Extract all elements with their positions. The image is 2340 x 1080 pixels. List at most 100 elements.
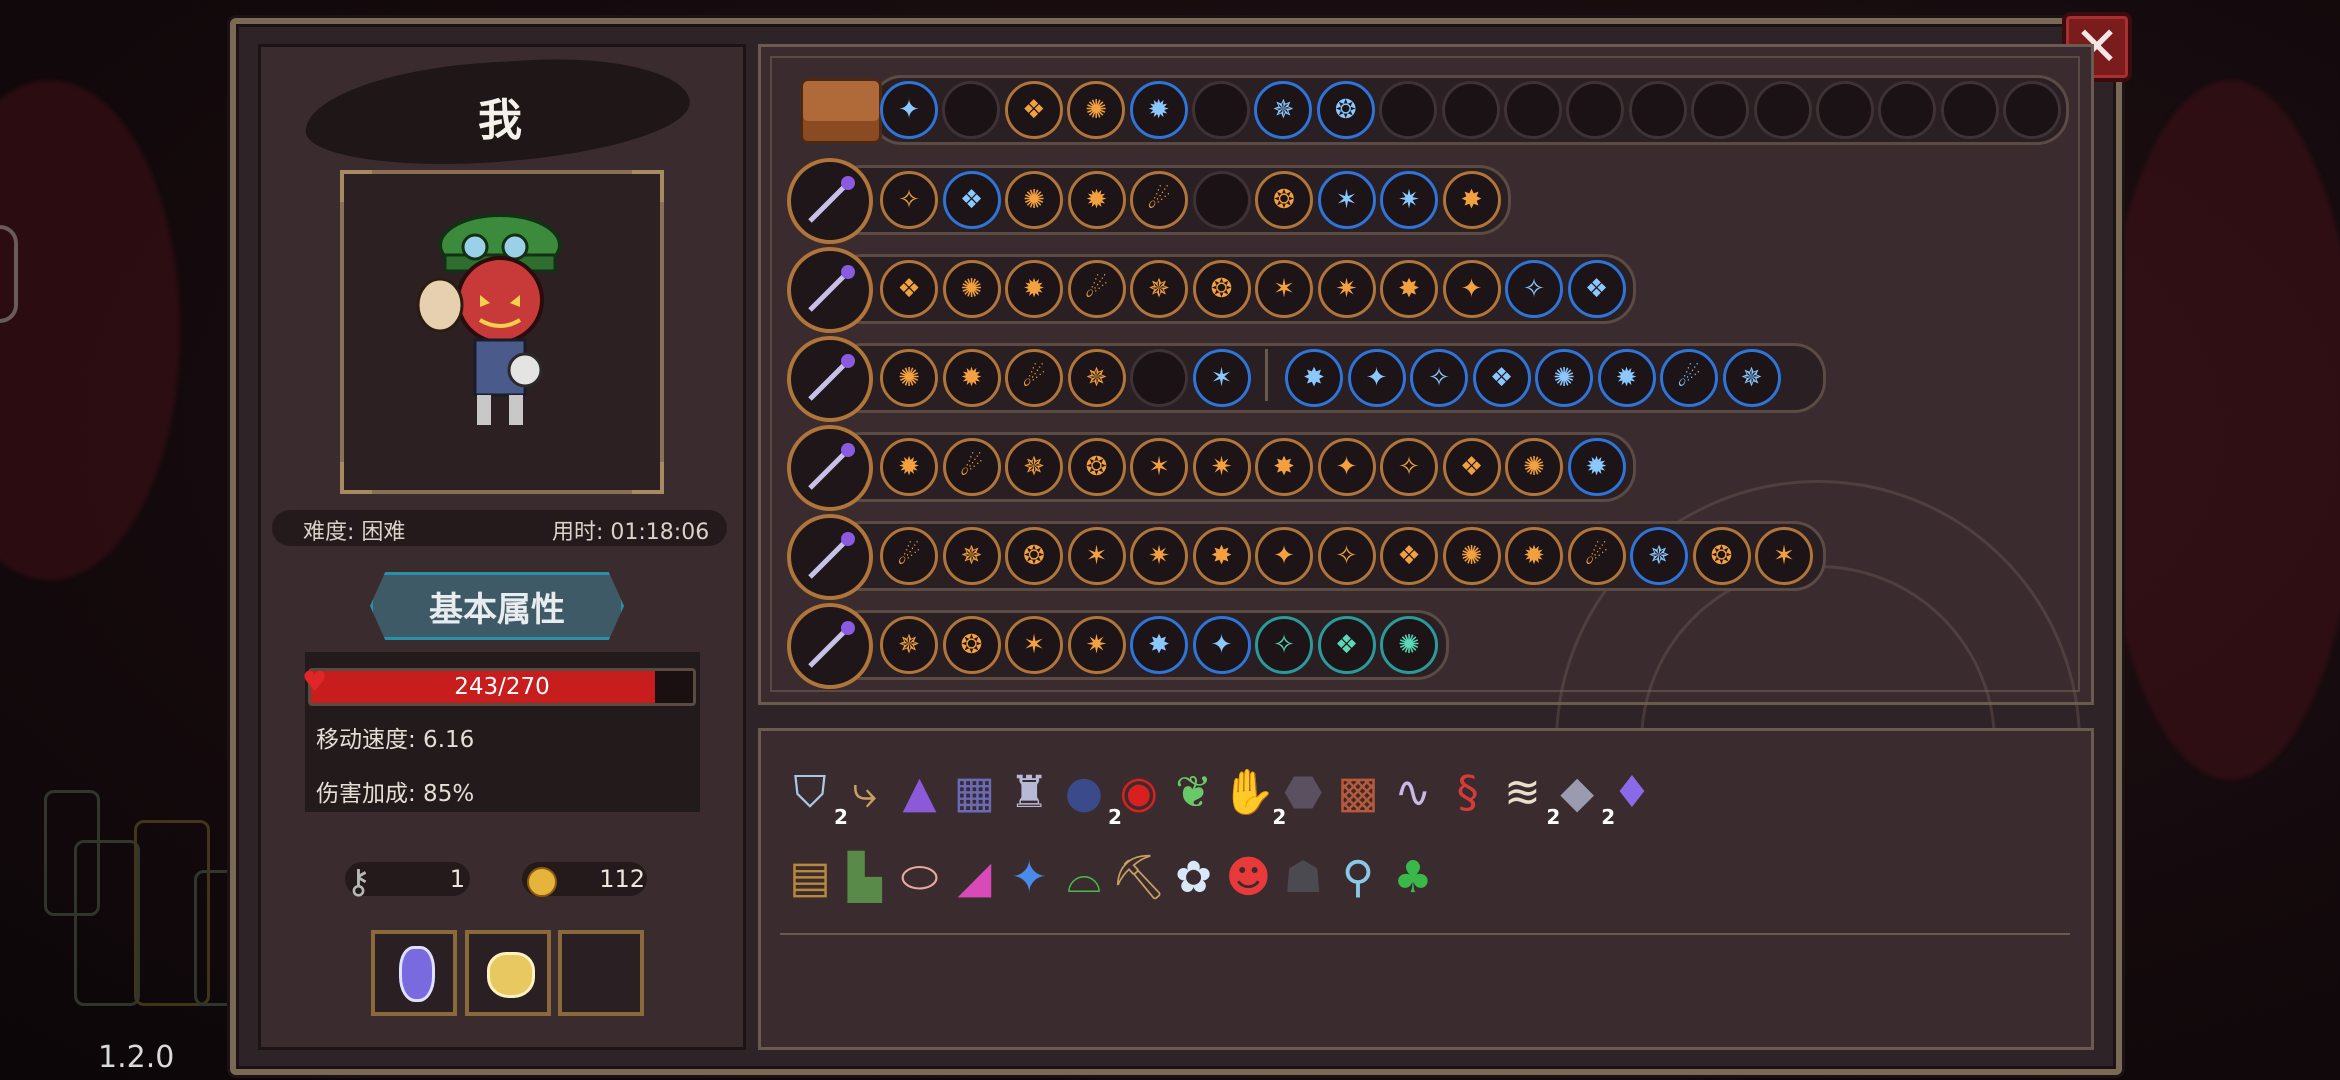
rune-slot-icon[interactable]: ✺ [1505, 438, 1563, 496]
tab-basic-attributes[interactable]: 基本属性 [370, 572, 624, 640]
rune-slot-icon[interactable]: ✵ [942, 527, 1001, 585]
wizard-hat-icon[interactable]: ▲ [892, 765, 948, 821]
rune-slot-icon[interactable]: ✶ [1130, 438, 1188, 496]
rune-slot-icon[interactable]: ✦ [880, 81, 938, 139]
rune-slot-icon[interactable]: ✧ [1380, 438, 1438, 496]
rune-slot-icon[interactable]: ✺ [1380, 616, 1438, 674]
rune-slot-icon[interactable]: ✷ [1067, 616, 1126, 674]
rune-slot-icon[interactable]: ❖ [942, 171, 1001, 229]
rune-slot-icon[interactable]: ☄ [1005, 349, 1063, 407]
empty-slot[interactable] [1878, 81, 1937, 139]
weapon-slot[interactable] [787, 247, 873, 333]
rune-slot-icon[interactable]: ☄ [880, 527, 938, 585]
empty-slot[interactable] [1566, 81, 1625, 139]
rune-slot-icon[interactable]: ✸ [1192, 527, 1251, 585]
rune-slot-icon[interactable]: ✸ [1285, 349, 1343, 407]
rune-slot-icon[interactable]: ✺ [1442, 527, 1501, 585]
leaf-sprout-icon[interactable]: ❦ [1166, 765, 1222, 821]
empty-slot[interactable] [1192, 81, 1250, 139]
red-eye-icon[interactable]: ◉ [1111, 765, 1167, 821]
magnifier-icon[interactable]: ⚲ [1330, 850, 1386, 906]
rune-slot-icon[interactable]: ✺ [1005, 171, 1063, 229]
rune-slot-icon[interactable]: ✺ [1535, 349, 1593, 407]
rune-slot-icon[interactable]: ✦ [1192, 616, 1251, 674]
empty-slot[interactable] [1379, 81, 1438, 139]
rune-slot-icon[interactable]: ✷ [1317, 260, 1376, 318]
rune-slot-icon[interactable]: ✵ [880, 616, 938, 674]
green-boot-icon[interactable]: ▙ [837, 850, 893, 906]
rune-slot-icon[interactable]: ✷ [1192, 438, 1251, 496]
pickaxe-icon[interactable]: ⛏ [1111, 850, 1167, 906]
backpack-icon[interactable] [800, 78, 882, 144]
rune-slot-icon[interactable]: ✶ [1192, 349, 1251, 407]
ghost-shield-icon[interactable]: ⛉ [782, 765, 838, 821]
blue-star-icon[interactable]: ✦ [1001, 850, 1057, 906]
red-serpent-icon[interactable]: § [1440, 765, 1496, 821]
rune-slot-icon[interactable]: ❂ [1192, 260, 1251, 318]
white-lotus-icon[interactable]: ✿ [1166, 850, 1222, 906]
rune-slot-icon[interactable]: ✸ [1442, 171, 1501, 229]
rune-slot-icon[interactable]: ✹ [1005, 260, 1063, 318]
weapon-slot[interactable] [787, 603, 873, 689]
weapon-slot[interactable] [787, 336, 873, 422]
empty-slot[interactable] [1504, 81, 1562, 139]
empty-slot[interactable] [1628, 81, 1687, 139]
rune-slot-icon[interactable]: ❂ [1316, 81, 1375, 139]
rune-slot-icon[interactable]: ✦ [1255, 527, 1313, 585]
rune-slot-icon[interactable]: ✹ [1597, 349, 1656, 407]
rune-slot-icon[interactable]: ☄ [1567, 527, 1626, 585]
empty-slot[interactable] [1441, 81, 1500, 139]
cursed-crate-icon[interactable]: ▩ [1330, 765, 1386, 821]
rune-slot-icon[interactable]: ✧ [1317, 527, 1376, 585]
stone-idol-icon[interactable]: ☗ [1275, 850, 1331, 906]
empty-slot[interactable] [1940, 81, 1999, 139]
rune-slot-icon[interactable]: ❂ [942, 616, 1001, 674]
empty-slot[interactable] [1130, 349, 1188, 407]
rune-slot-icon[interactable]: ✵ [1067, 349, 1126, 407]
left-edge-handle[interactable] [0, 225, 18, 323]
rune-slot-icon[interactable]: ❖ [1442, 438, 1501, 496]
rune-slot-icon[interactable]: ☄ [1130, 171, 1188, 229]
rune-slot-icon[interactable]: ✶ [1067, 527, 1126, 585]
rune-slot-icon[interactable]: ✧ [1505, 260, 1563, 318]
purple-gem-icon[interactable]: ♦ [1604, 765, 1660, 821]
rune-slot-icon[interactable]: ✵ [1630, 527, 1688, 585]
fang-jaw-icon[interactable]: ≋ [1494, 765, 1550, 821]
rune-slot-icon[interactable]: ✹ [1505, 527, 1563, 585]
rune-slot-icon[interactable]: ❖ [1380, 527, 1438, 585]
rune-slot-icon[interactable]: ✵ [1005, 438, 1063, 496]
treasure-chest-icon[interactable]: ▤ [782, 850, 838, 906]
rune-slot-icon[interactable]: ✵ [1722, 349, 1781, 407]
rune-slot-icon[interactable]: ✺ [942, 260, 1001, 318]
empty-slot[interactable] [2003, 81, 2062, 139]
consumable-slot-1[interactable] [371, 930, 457, 1016]
rune-slot-icon[interactable]: ✵ [1254, 81, 1313, 139]
rune-slot-icon[interactable]: ✹ [1067, 171, 1126, 229]
rune-slot-icon[interactable]: ✹ [1567, 438, 1626, 496]
empty-slot[interactable] [942, 81, 1001, 139]
empty-slot[interactable] [1192, 171, 1251, 229]
weapon-slot[interactable] [787, 514, 873, 600]
weapon-slot[interactable] [787, 158, 873, 244]
consumable-slot-3[interactable] [558, 930, 644, 1016]
rune-slot-icon[interactable]: ❂ [1692, 527, 1751, 585]
rune-slot-icon[interactable]: ❂ [1005, 527, 1063, 585]
rune-slot-icon[interactable]: ✧ [1255, 616, 1313, 674]
rune-slot-icon[interactable]: ✦ [1317, 438, 1376, 496]
rainbow-cape-icon[interactable]: ◢ [946, 850, 1002, 906]
rune-slot-icon[interactable]: ✶ [1317, 171, 1376, 229]
rune-slot-icon[interactable]: ❖ [1567, 260, 1626, 318]
rune-slot-icon[interactable]: ✧ [1410, 349, 1468, 407]
rune-slot-icon[interactable]: ✷ [1380, 171, 1438, 229]
rune-slot-icon[interactable]: ✺ [880, 349, 938, 407]
rune-slot-icon[interactable]: ☄ [942, 438, 1001, 496]
rune-slot-icon[interactable]: ✦ [1442, 260, 1501, 318]
empty-slot[interactable] [1691, 81, 1750, 139]
rune-slot-icon[interactable]: ✹ [1129, 81, 1188, 139]
rune-slot-icon[interactable]: ❖ [880, 260, 938, 318]
crystal-spire-icon[interactable]: ♜ [1001, 765, 1057, 821]
rune-slot-icon[interactable]: ✸ [1380, 260, 1438, 318]
rune-slot-icon[interactable]: ✸ [1130, 616, 1188, 674]
rune-slot-icon[interactable]: ✧ [880, 171, 938, 229]
rune-slot-icon[interactable]: ✷ [1130, 527, 1188, 585]
